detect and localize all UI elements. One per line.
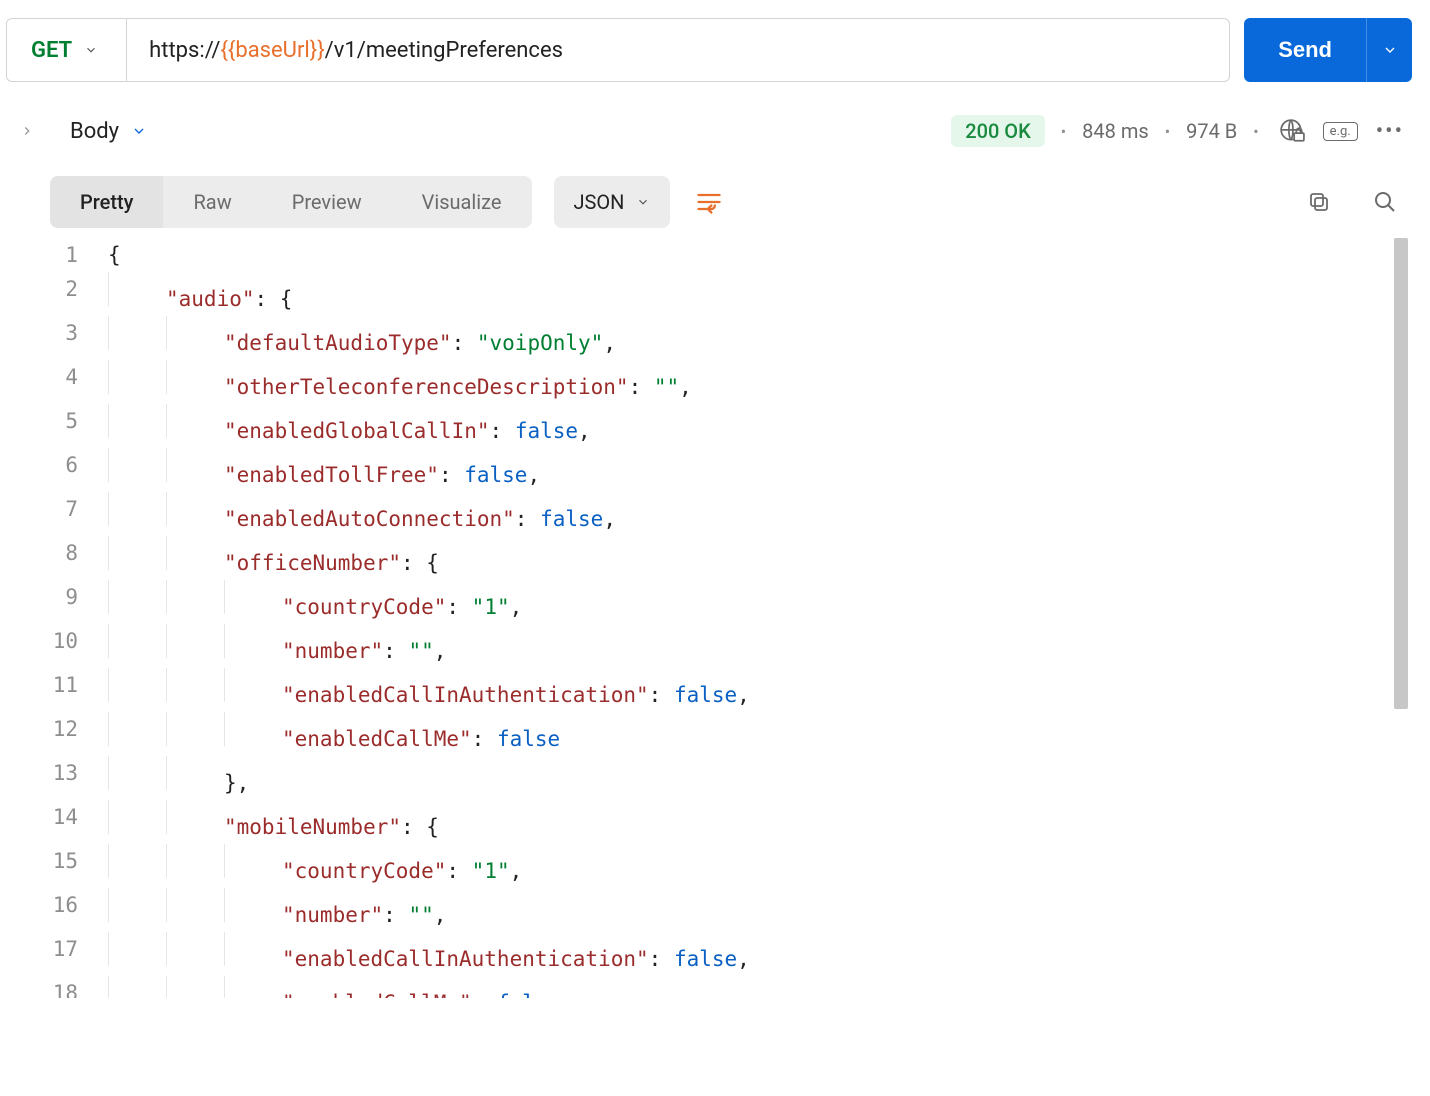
response-body: 1{2"audio": {3"defaultAudioType": "voipO…: [50, 238, 1408, 998]
wrap-lines-button[interactable]: [684, 177, 734, 227]
view-tabs: Pretty Raw Preview Visualize: [50, 176, 532, 228]
request-bar: GET https://{{baseUrl}}/v1/meetingPrefer…: [0, 0, 1430, 82]
code-line: 11"enabledCallInAuthentication": false,: [50, 668, 1408, 712]
expand-response-icon[interactable]: [18, 121, 36, 141]
method-label: GET: [31, 38, 72, 63]
line-number: 11: [50, 668, 96, 712]
code-line: 10"number": "",: [50, 624, 1408, 668]
code-line: 6"enabledTollFree": false,: [50, 448, 1408, 492]
line-number: 3: [50, 316, 96, 360]
line-number: 2: [50, 272, 96, 316]
line-number: 14: [50, 800, 96, 844]
code-line: 9"countryCode": "1",: [50, 580, 1408, 624]
code-line: 15"countryCode": "1",: [50, 844, 1408, 888]
search-button[interactable]: [1368, 185, 1402, 219]
send-button[interactable]: Send: [1244, 18, 1366, 82]
network-icon[interactable]: [1275, 114, 1309, 148]
send-more-button[interactable]: [1366, 18, 1412, 82]
view-mode-row: Pretty Raw Preview Visualize JSON: [0, 148, 1430, 228]
url-variable: {{baseUrl}}: [220, 38, 324, 63]
line-number: 1: [50, 238, 96, 272]
line-number: 6: [50, 448, 96, 492]
response-size: 974 B: [1186, 119, 1237, 143]
format-label: JSON: [574, 190, 625, 214]
chevron-down-icon: [636, 195, 650, 209]
copy-button[interactable]: [1302, 185, 1336, 219]
line-number: 16: [50, 888, 96, 932]
scrollbar[interactable]: [1394, 238, 1408, 709]
code-line: 4"otherTeleconferenceDescription": "",: [50, 360, 1408, 404]
code-line: 17"enabledCallInAuthentication": false,: [50, 932, 1408, 976]
response-tab-body[interactable]: Body: [70, 119, 147, 144]
format-select[interactable]: JSON: [554, 176, 671, 228]
status-badge: 200 OK: [951, 115, 1045, 147]
send-group: Send: [1244, 18, 1412, 82]
method-select[interactable]: GET: [7, 19, 127, 81]
line-number: 12: [50, 712, 96, 756]
response-time: 848 ms: [1082, 119, 1149, 143]
separator-dot: •: [1059, 122, 1068, 141]
code-line: 18"enabledCallMe": false: [50, 976, 1408, 998]
url-text-prefix: https://: [149, 38, 220, 63]
tab-pretty[interactable]: Pretty: [50, 176, 163, 228]
code-line: 16"number": "",: [50, 888, 1408, 932]
code-line: 12"enabledCallMe": false: [50, 712, 1408, 756]
code-line: 7"enabledAutoConnection": false,: [50, 492, 1408, 536]
line-number: 18: [50, 976, 96, 998]
tab-preview[interactable]: Preview: [262, 176, 392, 228]
response-tab-label: Body: [70, 119, 119, 144]
chevron-down-icon: [84, 43, 98, 57]
code-line: 5"enabledGlobalCallIn": false,: [50, 404, 1408, 448]
chevron-down-icon: [131, 123, 147, 139]
line-number: 9: [50, 580, 96, 624]
url-input[interactable]: https://{{baseUrl}}/v1/meetingPreference…: [127, 19, 1229, 81]
tab-raw[interactable]: Raw: [163, 176, 261, 228]
more-actions-button[interactable]: •••: [1372, 119, 1408, 144]
response-header: Body 200 OK • 848 ms • 974 B • e.g. •••: [0, 82, 1430, 148]
line-number: 15: [50, 844, 96, 888]
tab-visualize[interactable]: Visualize: [392, 176, 532, 228]
code-line: 1{: [50, 238, 1408, 272]
code-line: 8"officeNumber": {: [50, 536, 1408, 580]
url-group: GET https://{{baseUrl}}/v1/meetingPrefer…: [6, 18, 1230, 82]
url-text-suffix: /v1/meetingPreferences: [325, 38, 563, 63]
line-number: 13: [50, 756, 96, 800]
line-number: 8: [50, 536, 96, 580]
code-line: 14"mobileNumber": {: [50, 800, 1408, 844]
line-number: 10: [50, 624, 96, 668]
code-line: 3"defaultAudioType": "voipOnly",: [50, 316, 1408, 360]
line-number: 4: [50, 360, 96, 404]
code-line: 2"audio": {: [50, 272, 1408, 316]
line-number: 7: [50, 492, 96, 536]
code-line: 13},: [50, 756, 1408, 800]
line-number: 17: [50, 932, 96, 976]
separator-dot: •: [1163, 122, 1172, 141]
chevron-down-icon: [1382, 42, 1398, 58]
example-button[interactable]: e.g.: [1323, 122, 1358, 141]
line-number: 5: [50, 404, 96, 448]
code-container[interactable]: 1{2"audio": {3"defaultAudioType": "voipO…: [50, 238, 1408, 998]
separator-dot: •: [1251, 122, 1260, 141]
